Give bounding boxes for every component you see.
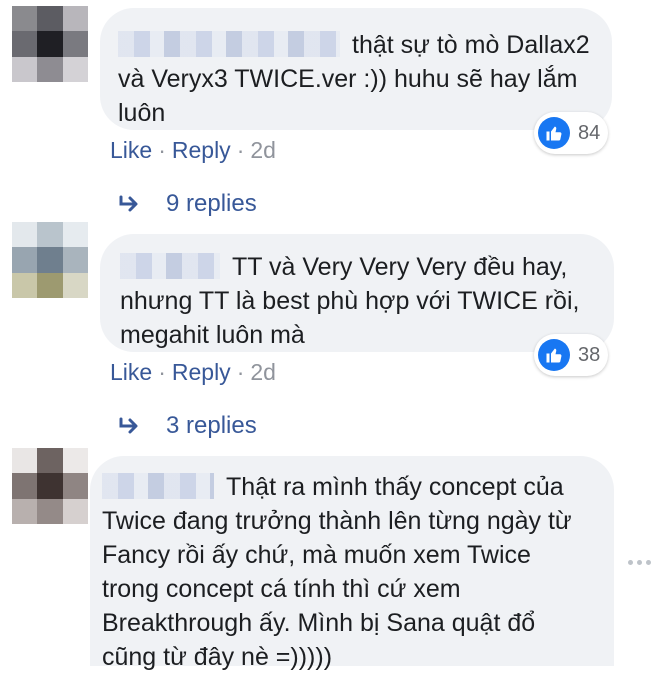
comment-text-line: Breakthrough ấy. Mình bị Sana quật đổ <box>102 609 536 637</box>
avatar[interactable] <box>12 222 88 298</box>
comment-text-line: cũng từ đây nè =))))) <box>102 643 333 671</box>
comment-text-line: TT và Very Very Very đều hay, <box>232 253 568 281</box>
comment-text-line: thật sự tò mò Dallax2 <box>352 31 590 59</box>
reaction-count: 84 <box>578 121 601 144</box>
comment-text-line: trong concept cá tính thì cứ xem <box>102 575 461 603</box>
timestamp[interactable]: 2d <box>250 137 276 163</box>
like-icon <box>538 117 570 149</box>
reply-arrow-icon <box>119 195 138 212</box>
reply-arrow-icon <box>119 417 138 434</box>
replies-count: 3 replies <box>166 412 257 439</box>
comment-actions: Like · Reply · 2d <box>110 359 276 385</box>
timestamp[interactable]: 2d <box>250 359 276 385</box>
author-name[interactable] <box>120 253 220 279</box>
avatar[interactable] <box>12 6 88 82</box>
author-name[interactable] <box>102 473 214 499</box>
comment-text-line: Twice đang trưởng thành lên từng ngày từ <box>102 507 572 535</box>
comment-bubble: Thật ra mình thấy concept của Twice đang… <box>90 456 614 671</box>
reaction-badge[interactable]: 84 <box>534 112 609 154</box>
reaction-badge[interactable]: 38 <box>534 334 609 376</box>
view-replies-link[interactable]: 3 replies <box>118 412 257 440</box>
comment-bubble: TT và Very Very Very đều hay, nhưng TT l… <box>100 234 614 352</box>
replies-count: 9 replies <box>166 190 257 217</box>
comment-actions: Like · Reply · 2d <box>110 137 276 163</box>
like-icon <box>538 339 570 371</box>
view-replies-link[interactable]: 9 replies <box>118 190 257 218</box>
reply-link[interactable]: Reply <box>172 137 231 163</box>
comment-bubble: thật sự tò mò Dallax2 và Veryx3 TWICE.ve… <box>100 8 612 130</box>
comment-text-line: Thật ra mình thấy concept của <box>226 473 564 501</box>
like-link[interactable]: Like <box>110 137 152 163</box>
like-link[interactable]: Like <box>110 359 152 385</box>
reaction-count: 38 <box>578 343 601 366</box>
author-name[interactable] <box>118 31 340 57</box>
avatar[interactable] <box>12 448 88 524</box>
more-options-icon[interactable] <box>628 560 651 565</box>
comment-text-line: Fancy rồi ấy chứ, mà muốn xem Twice <box>102 541 531 569</box>
reply-link[interactable]: Reply <box>172 359 231 385</box>
comment-text-line: và Veryx3 TWICE.ver :)) huhu sẽ hay lắm <box>118 65 578 93</box>
comment-text-line: nhưng TT là best phù hợp với TWICE rồi, <box>120 287 580 315</box>
